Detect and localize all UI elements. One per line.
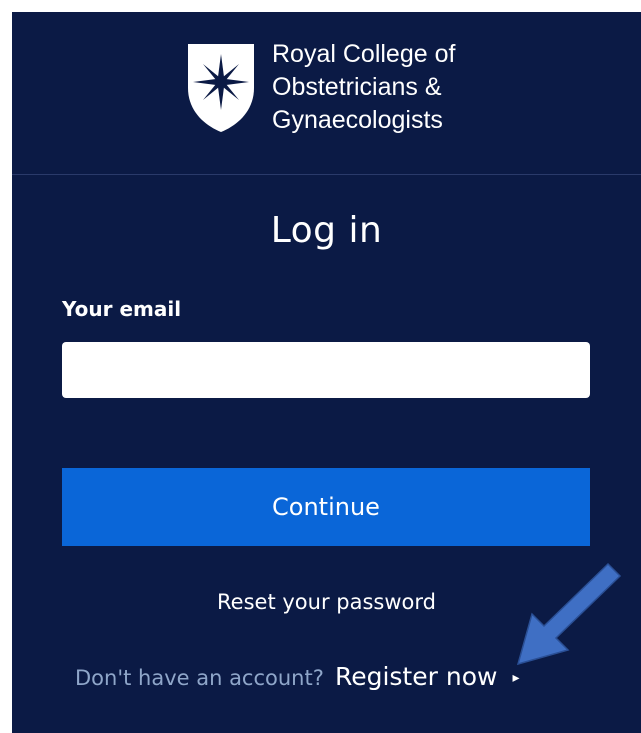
rcog-logo: Royal College of Obstetricians & Gynaeco… — [186, 40, 486, 142]
email-field[interactable] — [62, 342, 590, 398]
caret-right-icon[interactable]: ▸ — [513, 670, 520, 686]
register-now-link[interactable]: Register now — [335, 662, 497, 691]
continue-button[interactable]: Continue — [62, 468, 590, 546]
page-title: Log in — [270, 210, 383, 251]
register-prompt: Don't have an account? — [75, 666, 324, 690]
logo-line-1: Royal College of — [272, 40, 456, 68]
logo-line-2: Obstetricians & — [272, 73, 442, 101]
rcog-shield-star-icon — [188, 44, 254, 132]
register-row: Don't have an account? Register now ▸ — [75, 662, 520, 691]
logo-line-3: Gynaecologists — [272, 106, 443, 134]
email-label: Your email — [62, 297, 182, 321]
header: Royal College of Obstetricians & Gynaeco… — [12, 12, 641, 175]
arrow-down-left-icon — [516, 562, 622, 666]
logo-wordmark: Royal College of Obstetricians & Gynaeco… — [272, 38, 455, 137]
